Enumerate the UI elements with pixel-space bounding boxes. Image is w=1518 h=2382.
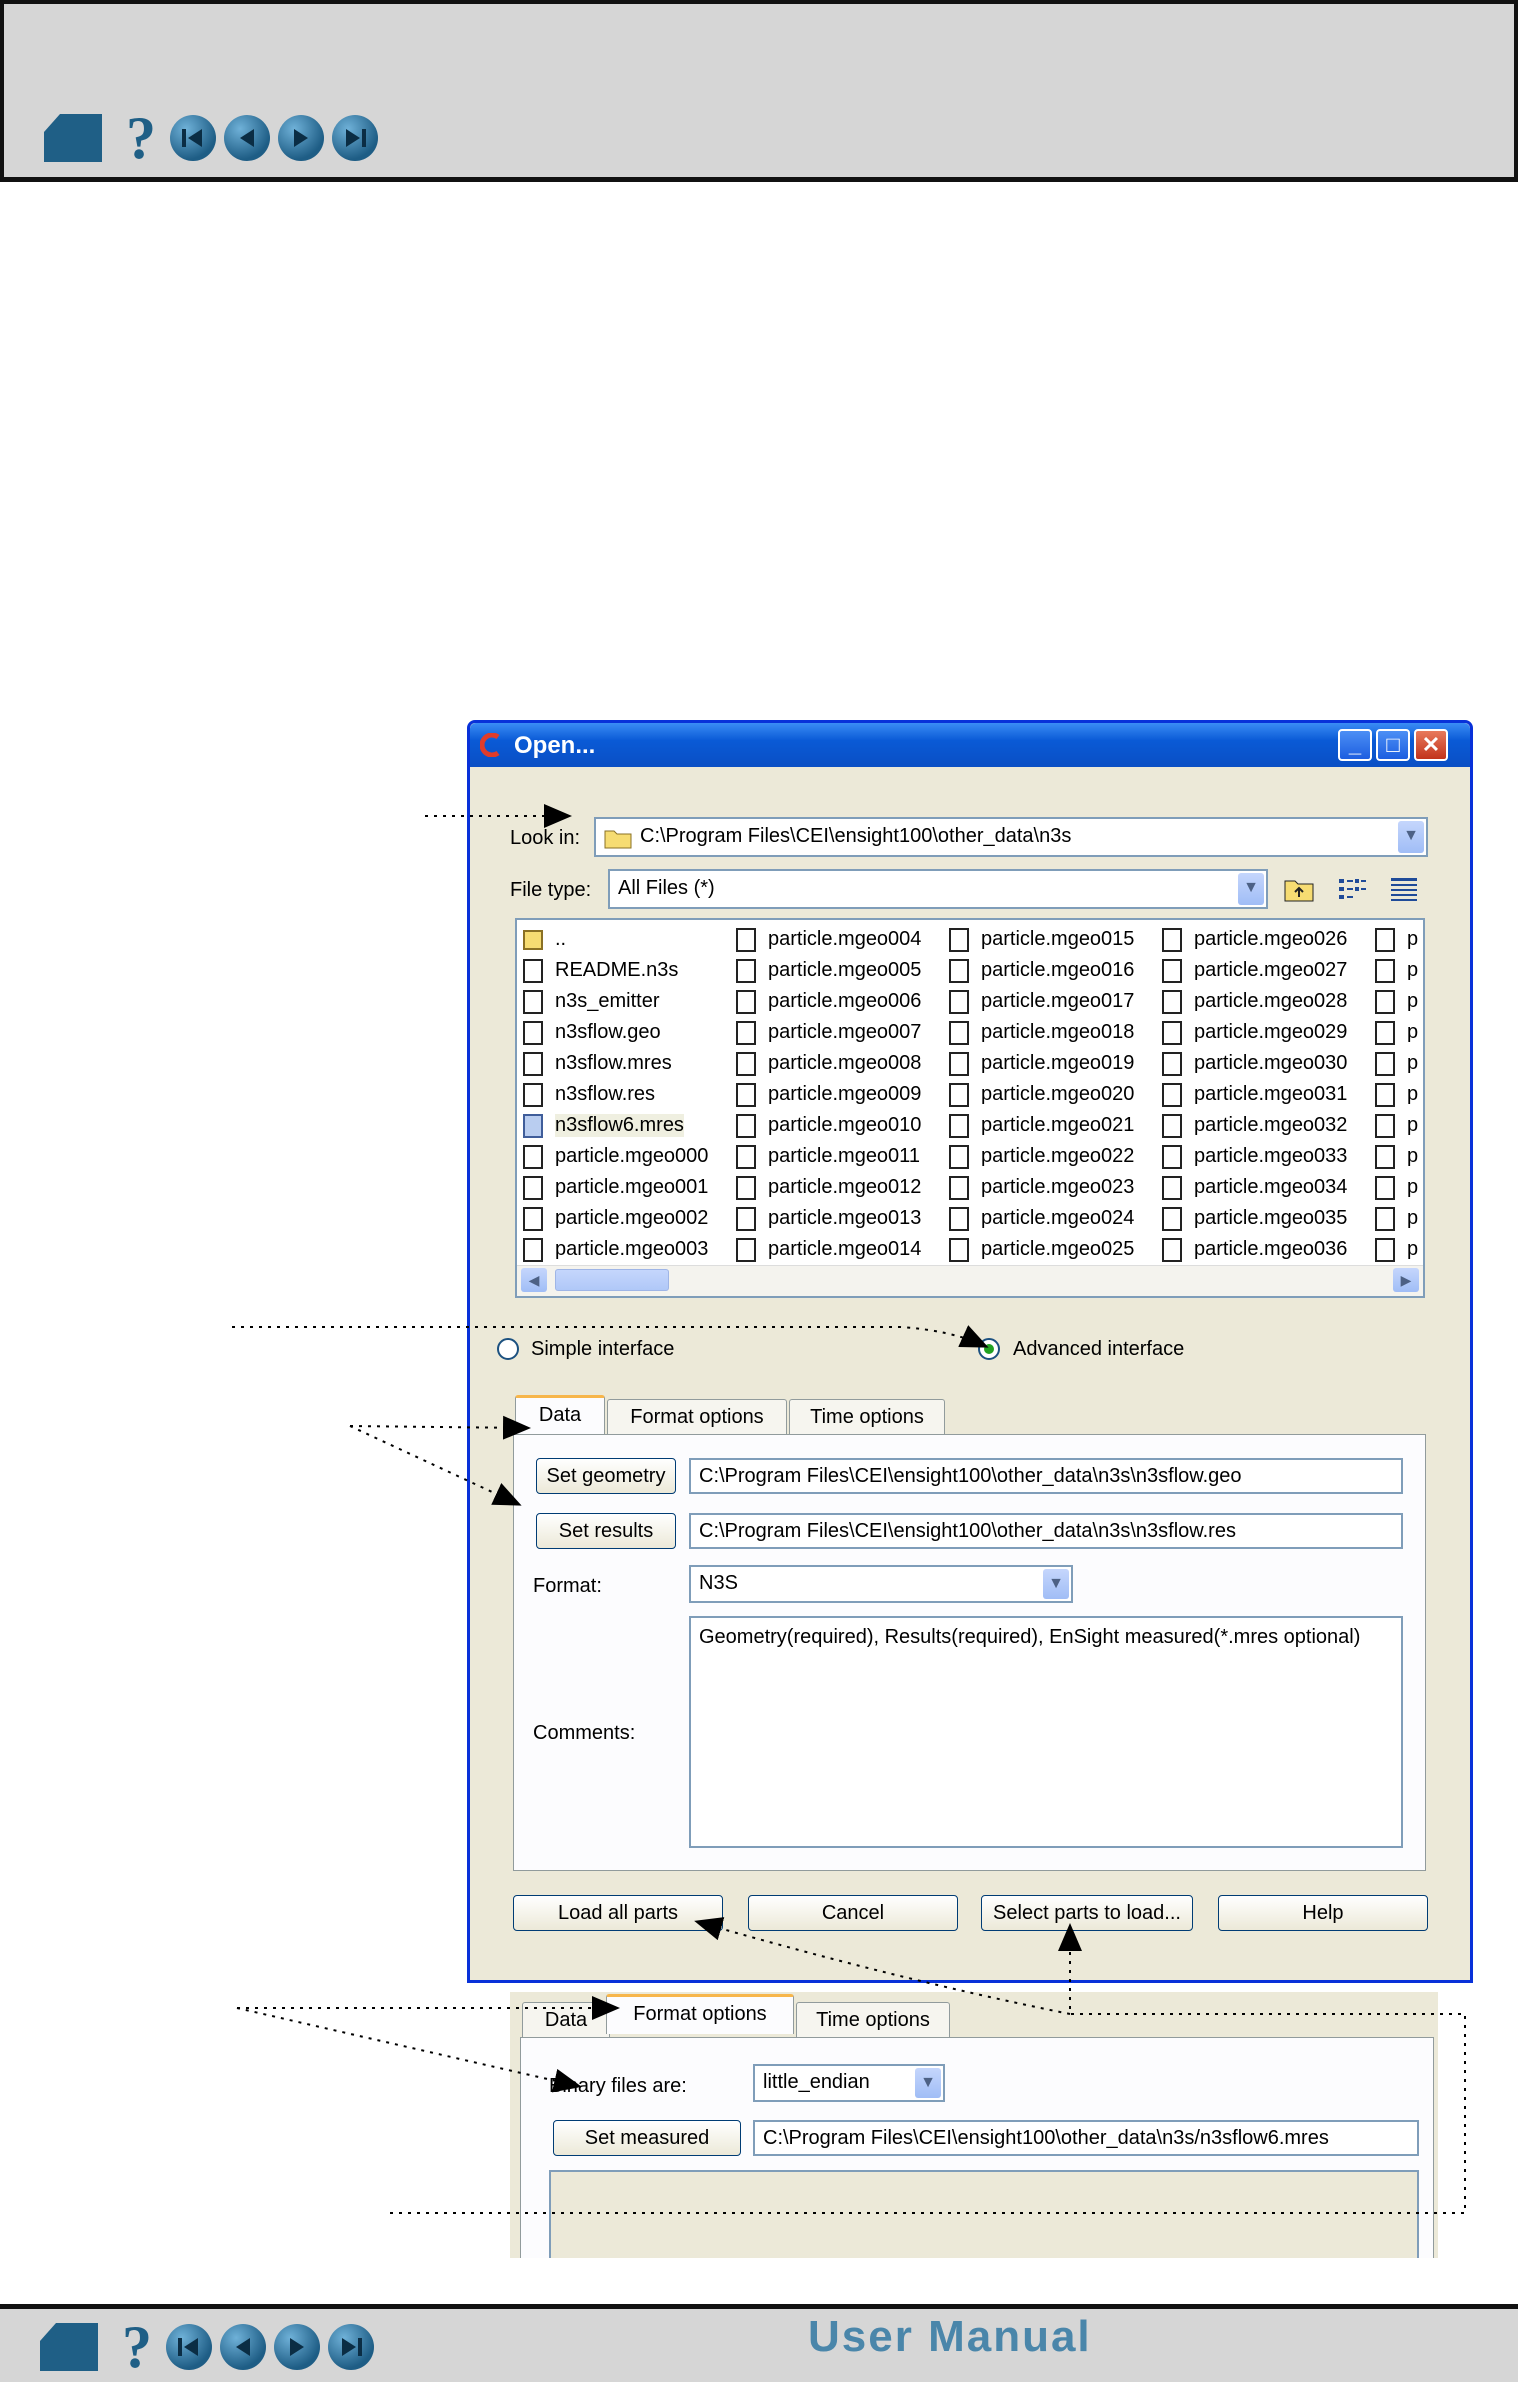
callout-load-all bbox=[694, 1917, 1071, 2015]
callout-lines bbox=[232, 804, 1466, 2214]
help-icon[interactable]: ? bbox=[122, 2317, 152, 2377]
callout-advanced bbox=[232, 1325, 989, 1348]
next-page-icon[interactable] bbox=[274, 2324, 320, 2370]
callout-set-measured bbox=[236, 2007, 582, 2093]
home-icon[interactable] bbox=[38, 2321, 100, 2373]
last-page-icon[interactable] bbox=[328, 2324, 374, 2370]
first-page-icon[interactable] bbox=[166, 2324, 212, 2370]
bottom-nav-icons: ? bbox=[38, 2317, 382, 2377]
footer-title: User Manual bbox=[808, 2312, 1092, 2361]
callout-set-results bbox=[349, 1425, 522, 1506]
prev-page-icon[interactable] bbox=[220, 2324, 266, 2370]
callout-select-parts bbox=[390, 1923, 1466, 2214]
callout-data-tab bbox=[349, 1415, 531, 1440]
bottom-navigation-bar: ? bbox=[0, 2304, 1518, 2382]
